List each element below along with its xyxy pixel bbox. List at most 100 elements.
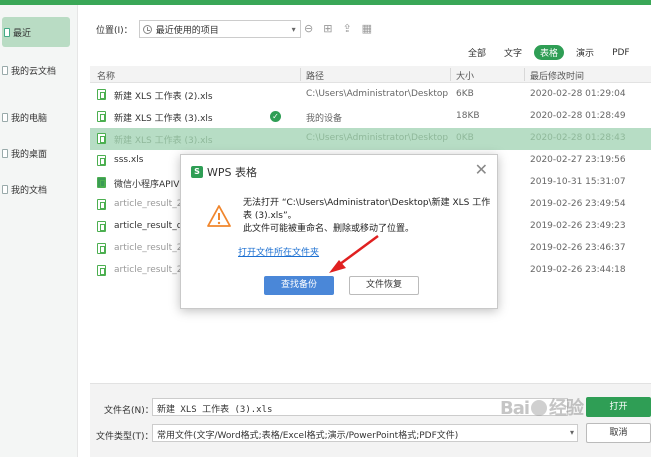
baidu-paw-icon bbox=[531, 400, 548, 416]
location-value: 最近使用的项目 bbox=[155, 25, 219, 36]
table-row-selected[interactable]: 新建 XLS 工作表 (3).xls C:\Users\Administrato… bbox=[90, 128, 651, 150]
synced-check-icon: ✓ bbox=[270, 111, 281, 122]
nav-icons: ⊖ ⊞ ⇪ ▦ bbox=[304, 22, 372, 35]
clock-icon bbox=[142, 24, 152, 34]
view-grid-icon[interactable]: ▦ bbox=[362, 22, 372, 35]
file-name: article_result_20 bbox=[114, 265, 189, 275]
documents-icon bbox=[2, 184, 8, 194]
open-button[interactable]: 打开 bbox=[586, 397, 651, 417]
file-date: 2019-02-26 23:44:18 bbox=[530, 265, 626, 275]
filetype-value: 常用文件(文字/Word格式;表格/Excel格式;演示/PowerPoint格… bbox=[157, 431, 459, 441]
file-date: 2020-02-28 01:29:04 bbox=[530, 89, 626, 99]
find-backup-button[interactable]: 查找备份 bbox=[264, 276, 334, 295]
filetype-select[interactable]: 常用文件(文字/Word格式;表格/Excel格式;演示/PowerPoint格… bbox=[152, 424, 578, 442]
filter-tab-spreadsheet[interactable]: 表格 bbox=[534, 45, 565, 60]
dialog-message-line: 无法打开 “C:\Users\Administrator\Desktop\新建 … bbox=[243, 198, 491, 221]
location-row: 位置(I)： 最近使用的项目 ▾ bbox=[96, 20, 301, 38]
sidebar-item-my-desktop[interactable]: 我的桌面 bbox=[0, 138, 78, 168]
close-icon[interactable]: ✕ bbox=[475, 160, 488, 179]
sidebar-item-recent[interactable]: 最近 bbox=[2, 17, 70, 47]
spreadsheet-file-icon bbox=[97, 199, 106, 210]
location-select[interactable]: 最近使用的项目 ▾ bbox=[138, 20, 301, 38]
dialog-message-line: 此文件可能被重命名、删除或移动了位置。 bbox=[243, 224, 415, 234]
spreadsheet-file-icon bbox=[97, 243, 106, 254]
watermark-text: Bai bbox=[500, 398, 530, 419]
file-date: 2019-02-26 23:49:23 bbox=[530, 221, 626, 231]
filter-tab-writer[interactable]: 文字 bbox=[498, 45, 528, 60]
spreadsheet-file-icon bbox=[97, 89, 106, 100]
file-date: 2020-02-27 23:19:56 bbox=[530, 155, 626, 165]
column-header-size[interactable]: 大小 bbox=[456, 69, 474, 82]
sidebar-item-label: 最近 bbox=[13, 28, 32, 39]
back-icon[interactable]: ⊖ bbox=[304, 22, 313, 35]
filetype-label: 文件类型(T)： bbox=[96, 432, 154, 442]
file-name: article_result_de bbox=[114, 221, 188, 231]
filter-tab-presentation[interactable]: 演示 bbox=[570, 45, 600, 60]
table-row[interactable]: 新建 XLS 工作表 (3).xls ✓ 我的设备 18KB 2020-02-2… bbox=[90, 106, 651, 128]
sidebar-item-label: 我的桌面 bbox=[11, 149, 48, 160]
file-size: 18KB bbox=[456, 111, 480, 121]
recent-icon bbox=[4, 27, 10, 37]
computer-icon bbox=[2, 112, 8, 122]
file-size: 0KB bbox=[456, 133, 474, 143]
sidebar-item-my-documents[interactable]: 我的文档 bbox=[0, 174, 78, 204]
file-path: 我的设备 bbox=[306, 114, 343, 124]
column-divider[interactable] bbox=[300, 68, 301, 81]
file-path: C:\Users\Administrator\Desktop bbox=[306, 89, 449, 99]
column-header-name[interactable]: 名称 bbox=[97, 69, 115, 82]
new-folder-icon[interactable]: ⊞ bbox=[323, 22, 332, 35]
column-divider[interactable] bbox=[524, 68, 525, 81]
desktop-icon bbox=[2, 148, 8, 158]
column-header-date[interactable]: 最后修改时间 bbox=[530, 69, 584, 82]
upload-icon[interactable]: ⇪ bbox=[342, 22, 351, 35]
top-accent-bar bbox=[0, 0, 651, 5]
dialog-title-bar: S WPS 表格 bbox=[191, 164, 257, 180]
file-date: 2019-02-26 23:46:37 bbox=[530, 243, 626, 253]
cloud-icon bbox=[2, 65, 8, 75]
open-folder-link[interactable]: 打开文件所在文件夹 bbox=[238, 245, 319, 258]
file-date: 2020-02-28 01:28:43 bbox=[530, 133, 626, 143]
sidebar-item-label: 我的文档 bbox=[11, 185, 48, 196]
column-header-path[interactable]: 路径 bbox=[306, 69, 324, 82]
file-date: 2020-02-28 01:28:49 bbox=[530, 111, 626, 121]
spreadsheet-file-icon bbox=[97, 265, 106, 276]
wechat-app-file-icon bbox=[97, 177, 106, 188]
file-recovery-button[interactable]: 文件恢复 bbox=[349, 276, 419, 295]
file-name: 新建 XLS 工作表 (3).xls bbox=[114, 136, 213, 146]
file-name: 新建 XLS 工作表 (2).xls bbox=[114, 92, 213, 102]
file-date: 2019-10-31 15:31:07 bbox=[530, 177, 626, 187]
cancel-button[interactable]: 取消 bbox=[586, 423, 651, 443]
file-date: 2019-02-26 23:49:54 bbox=[530, 199, 626, 209]
table-header: 名称 路径 大小 最后修改时间 bbox=[90, 66, 651, 83]
file-name: sss.xls bbox=[114, 155, 144, 165]
sidebar-item-my-computer[interactable]: 我的电脑 bbox=[0, 102, 78, 132]
filter-tabs: 全部 文字 表格 演示 PDF bbox=[462, 45, 636, 60]
spreadsheet-file-icon bbox=[97, 221, 106, 232]
sidebar-item-label: 我的云文档 bbox=[11, 66, 57, 77]
filter-tab-pdf[interactable]: PDF bbox=[606, 47, 636, 59]
spreadsheet-file-icon bbox=[97, 133, 106, 144]
spreadsheet-file-icon bbox=[97, 111, 106, 122]
table-row[interactable]: 新建 XLS 工作表 (2).xls C:\Users\Administrato… bbox=[90, 84, 651, 106]
filename-label: 文件名(N)： bbox=[104, 406, 154, 416]
location-label: 位置(I)： bbox=[96, 25, 133, 36]
baidu-jingyan-watermark: Bai 经验 bbox=[500, 394, 584, 420]
file-size: 6KB bbox=[456, 89, 474, 99]
watermark-text: 经验 bbox=[549, 398, 584, 419]
wps-error-dialog: S WPS 表格 ✕ 无法打开 “C:\Users\Administrator\… bbox=[180, 154, 498, 309]
sidebar-item-cloud-docs[interactable]: 我的云文档 bbox=[0, 55, 78, 85]
file-name: 新建 XLS 工作表 (3).xls bbox=[114, 114, 213, 124]
wps-spreadsheet-icon: S bbox=[191, 166, 203, 178]
filter-tab-all[interactable]: 全部 bbox=[462, 45, 492, 60]
warning-icon bbox=[207, 205, 231, 227]
chevron-down-icon: ▾ bbox=[569, 428, 574, 437]
chevron-down-icon: ▾ bbox=[291, 25, 296, 34]
sidebar-item-label: 我的电脑 bbox=[11, 113, 48, 124]
column-divider[interactable] bbox=[450, 68, 451, 81]
sidebar: 最近 我的云文档 我的电脑 我的桌面 我的文档 bbox=[0, 5, 78, 457]
dialog-message: 无法打开 “C:\Users\Administrator\Desktop\新建 … bbox=[243, 197, 491, 236]
file-name: article_result_20 bbox=[114, 243, 189, 253]
file-path: C:\Users\Administrator\Desktop bbox=[306, 133, 449, 143]
dialog-title: WPS 表格 bbox=[207, 166, 257, 179]
file-name: 微信小程序APIV bbox=[114, 180, 180, 190]
